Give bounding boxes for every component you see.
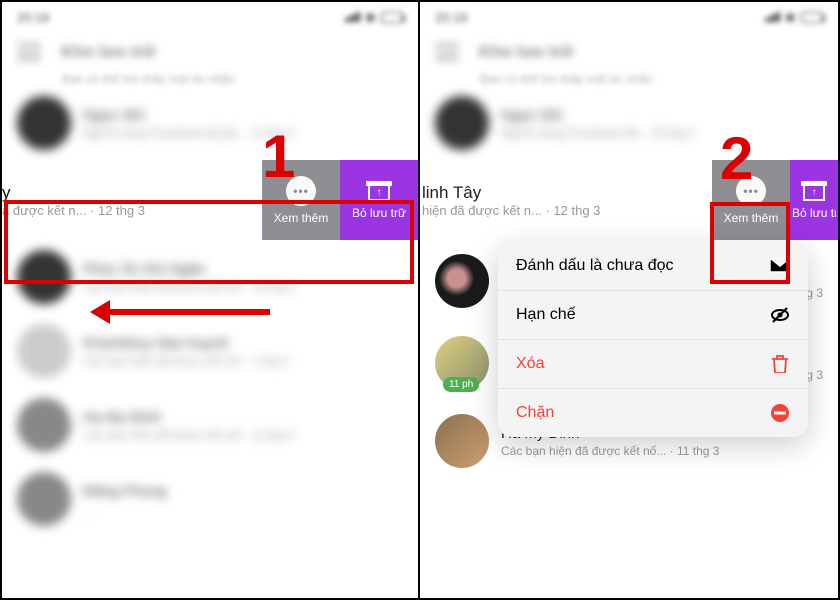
menu-restrict[interactable]: Hạn chế	[498, 291, 808, 340]
chat-content[interactable]: y à được kết n... · 12 thg 3	[2, 160, 262, 240]
menu-label: Chặn	[516, 404, 554, 422]
status-time: 20:19	[435, 10, 468, 25]
swiped-chat-row: linh Tây hiện đã được kết n... · 12 thg …	[420, 160, 838, 240]
step2-panel: 20:19 ◉ Kho lưu trữ Bạn có thể tìm thấy …	[420, 2, 838, 598]
online-badge: 11 ph	[443, 377, 479, 392]
chat-subtitle: Các bạn hiện đã được kết nố... · 11 thg …	[501, 444, 823, 458]
block-icon	[770, 403, 790, 423]
status-icons: ◉	[765, 9, 823, 25]
step1-panel: 20:19 ◉ Kho lưu trữ Bạn có thể tìm thấy …	[2, 2, 420, 598]
menu-label: Hạn chế	[516, 306, 576, 324]
menu-block[interactable]: Chặn	[498, 389, 808, 437]
signal-icon	[765, 12, 780, 22]
header-subtitle: Bạn có thể tìm thấy một tin nhắn	[2, 72, 418, 86]
chat-item[interactable]: Đăng Phong...	[2, 462, 418, 536]
more-label: Xem thêm	[724, 211, 779, 225]
page-title: Kho lưu trữ	[479, 42, 574, 62]
chat-name-partial: y	[2, 183, 262, 203]
unarchive-button[interactable]: Bỏ lưu trữ	[340, 160, 418, 240]
swiped-chat-row: y à được kết n... · 12 thg 3 ••• Xem thê…	[2, 160, 418, 240]
archive-icon	[801, 181, 827, 201]
mail-icon	[770, 256, 790, 276]
chat-item[interactable]: Phúc Ân Khi NgânCác bạn hiện đã được kết…	[2, 240, 418, 314]
annotation-arrow-head	[90, 300, 110, 324]
menu-label: Xóa	[516, 355, 544, 373]
annotation-number-1: 1	[262, 122, 295, 191]
avatar	[435, 414, 489, 468]
chat-item[interactable]: KhanhDuy Mai HuynhCác bạn hiện đã được k…	[2, 314, 418, 388]
unarchive-label: Bỏ lưu trũ	[792, 206, 836, 220]
wifi-icon: ◉	[365, 9, 376, 25]
menu-mark-unread[interactable]: Đánh dấu là chưa đọc	[498, 242, 808, 291]
status-icons: ◉	[345, 9, 403, 25]
trash-icon	[770, 354, 790, 374]
chat-item[interactable]: Ha My ĐinhCác bạn hiện đã được kết nối ·…	[2, 388, 418, 462]
avatar	[17, 398, 71, 452]
header-subtitle: Bạn có thể tìm thấy một tin nhắn	[420, 72, 838, 86]
avatar	[435, 96, 489, 150]
annotation-arrow-line	[110, 309, 270, 315]
chat-subtitle: à được kết n... · 12 thg 3	[2, 203, 262, 218]
battery-icon	[381, 12, 403, 23]
avatar	[435, 254, 489, 308]
avatar	[17, 472, 71, 526]
status-time: 20:19	[17, 10, 50, 25]
menu-delete[interactable]: Xóa	[498, 340, 808, 389]
more-label: Xem thêm	[274, 211, 329, 225]
annotation-number-2: 2	[720, 124, 753, 193]
menu-icon[interactable]	[435, 43, 459, 61]
menu-label: Đánh dấu là chưa đọc	[516, 257, 673, 275]
unarchive-label: Bỏ lưu trữ	[352, 206, 406, 220]
chat-name: linh Tây	[422, 183, 712, 203]
chat-subtitle: hiện đã được kết n... · 12 thg 3	[422, 203, 712, 218]
page-title: Kho lưu trữ	[61, 42, 156, 62]
avatar	[17, 250, 71, 304]
status-bar: 20:19 ◉	[2, 2, 418, 32]
context-menu: Đánh dấu là chưa đọc Hạn chế Xóa Chặn	[498, 242, 808, 437]
menu-icon[interactable]	[17, 43, 41, 61]
eye-off-icon	[770, 305, 790, 325]
avatar	[17, 324, 71, 378]
chat-content[interactable]: linh Tây hiện đã được kết n... · 12 thg …	[420, 160, 712, 240]
signal-icon	[345, 12, 360, 22]
header: Kho lưu trữ	[2, 32, 418, 72]
battery-icon	[801, 12, 823, 23]
header: Kho lưu trữ	[420, 32, 838, 72]
archive-icon	[366, 181, 392, 201]
wifi-icon: ◉	[785, 9, 796, 25]
status-bar: 20:19 ◉	[420, 2, 838, 32]
avatar	[17, 96, 71, 150]
chat-item[interactable]: Ngọc NhiNgười dùng Facebook đã... 23 thg…	[420, 86, 838, 160]
chat-item[interactable]: Ngọc NhiNgười dùng Facebook đã gỡ... 12 …	[2, 86, 418, 160]
unarchive-button[interactable]: Bỏ lưu trũ	[790, 160, 838, 240]
